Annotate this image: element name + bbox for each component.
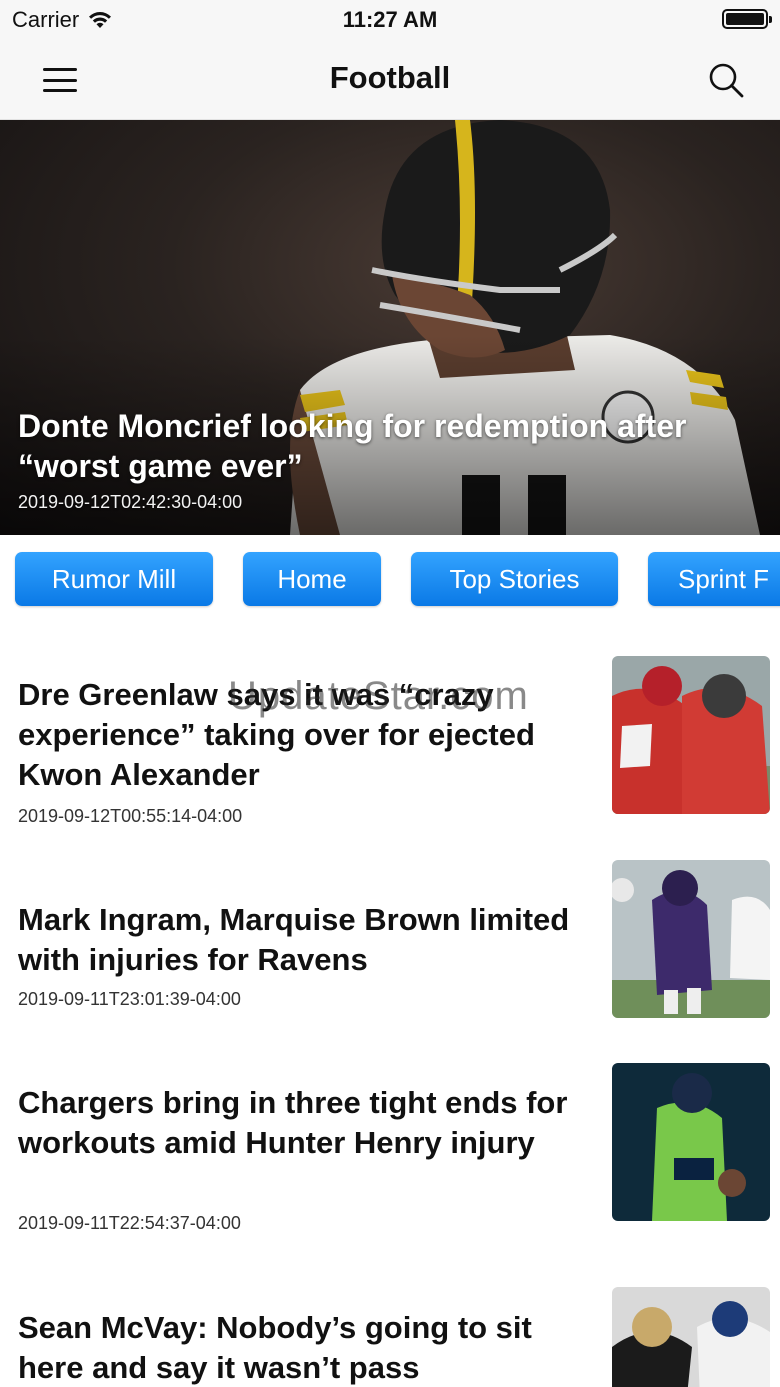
battery-icon	[722, 9, 772, 29]
article-date: 2019-09-12T00:55:14-04:00	[18, 806, 243, 826]
category-sprint[interactable]: Sprint F	[648, 552, 780, 606]
status-time: 11:27 AM	[342, 7, 438, 32]
search-icon[interactable]	[706, 60, 746, 100]
article-date: 2019-09-11T23:01:39-04:00	[18, 989, 241, 1009]
category-top-stories[interactable]: Top Stories	[411, 552, 618, 606]
list-item[interactable]: Mark Ingram, Marquise Brown limited with…	[0, 850, 780, 1040]
list-item[interactable]: Dre Greenlaw says it was “crazy experien…	[0, 625, 780, 850]
hero-date: 2019-09-12T02:42:30-04:00	[18, 492, 243, 512]
page-title: Football	[329, 60, 451, 95]
category-rumor-mill[interactable]: Rumor Mill	[15, 552, 213, 606]
article-thumbnail[interactable]	[612, 656, 770, 814]
list-item[interactable]: Chargers bring in three tight ends for w…	[0, 1040, 780, 1270]
featured-story[interactable]: Donte Moncrief looking for redemption af…	[0, 120, 780, 535]
status-bar: Carrier 11:27 AM	[0, 0, 780, 40]
navigation-bar: Football	[0, 40, 780, 120]
article-title[interactable]: Dre Greenlaw says it was “crazy experien…	[18, 675, 598, 795]
article-thumbnail[interactable]	[612, 1287, 770, 1387]
list-item[interactable]: Sean McVay: Nobody’s going to sit here a…	[0, 1270, 780, 1387]
category-home[interactable]: Home	[243, 552, 381, 606]
category-tabs: Rumor Mill Home Top Stories Sprint F	[0, 535, 780, 625]
article-title[interactable]: Chargers bring in three tight ends for w…	[18, 1083, 598, 1163]
article-title[interactable]: Sean McVay: Nobody’s going to sit here a…	[18, 1308, 598, 1387]
article-thumbnail[interactable]	[612, 1063, 770, 1221]
article-title[interactable]: Mark Ingram, Marquise Brown limited with…	[18, 900, 598, 980]
article-thumbnail[interactable]	[612, 860, 770, 1018]
article-date: 2019-09-11T22:54:37-04:00	[18, 1213, 241, 1233]
hero-headline[interactable]: Donte Moncrief looking for redemption af…	[18, 406, 750, 486]
